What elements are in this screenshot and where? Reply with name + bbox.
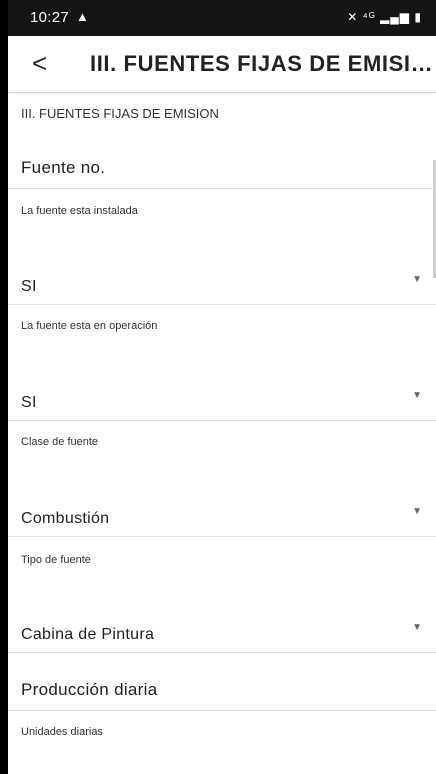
divider: [8, 188, 436, 189]
divider: [8, 304, 436, 305]
source-type-select[interactable]: Cabina de Pintura: [21, 626, 154, 644]
app-bar: < III. FUENTES FIJAS DE EMISI…: [8, 36, 436, 93]
page-title: III. FUENTES FIJAS DE EMISI…: [90, 51, 434, 76]
source-class-label: Clase de fuente: [21, 436, 99, 448]
daily-production-heading: Producción diaria: [21, 680, 158, 699]
dropdown-arrow-icon[interactable]: ▼: [412, 622, 422, 633]
form-content[interactable]: III. FUENTES FIJAS DE EMISION Fuente no.…: [8, 92, 436, 774]
divider: [8, 710, 436, 711]
source-class-select[interactable]: Combustión: [21, 510, 109, 528]
warning-icon: ▲: [76, 9, 89, 24]
divider: [8, 420, 436, 421]
installed-label: La fuente esta instalada: [21, 205, 138, 217]
app-screen: 10:27 ▲ ✕ ⁴ᴳ ▂▄▆ ▮ < III. FUENTES FIJAS …: [8, 0, 436, 774]
data-icon: ⁴ᴳ: [362, 10, 376, 24]
battery-icon: ▮: [414, 10, 422, 24]
installed-select[interactable]: SI: [21, 278, 37, 296]
signal-icon: ▂▄▆: [380, 10, 411, 24]
section-caption: III. FUENTES FIJAS DE EMISION: [21, 106, 219, 121]
dropdown-arrow-icon[interactable]: ▼: [412, 274, 422, 285]
back-arrow-icon[interactable]: <: [32, 48, 47, 78]
divider: [8, 652, 436, 653]
divider: [8, 536, 436, 537]
operating-select[interactable]: SI: [21, 394, 37, 412]
dropdown-arrow-icon[interactable]: ▼: [412, 506, 422, 517]
status-icons: ✕ ⁴ᴳ ▂▄▆ ▮: [347, 10, 422, 24]
source-number-heading: Fuente no.: [21, 158, 106, 177]
mute-icon: ✕: [347, 10, 359, 24]
operating-label: La fuente esta en operación: [21, 320, 158, 332]
status-time: 10:27: [30, 9, 70, 26]
dropdown-arrow-icon[interactable]: ▼: [412, 390, 422, 401]
source-type-label: Tipo de fuente: [21, 554, 91, 566]
status-bar: 10:27 ▲ ✕ ⁴ᴳ ▂▄▆ ▮: [8, 0, 436, 36]
daily-units-label: Unidades diarias: [21, 726, 103, 738]
